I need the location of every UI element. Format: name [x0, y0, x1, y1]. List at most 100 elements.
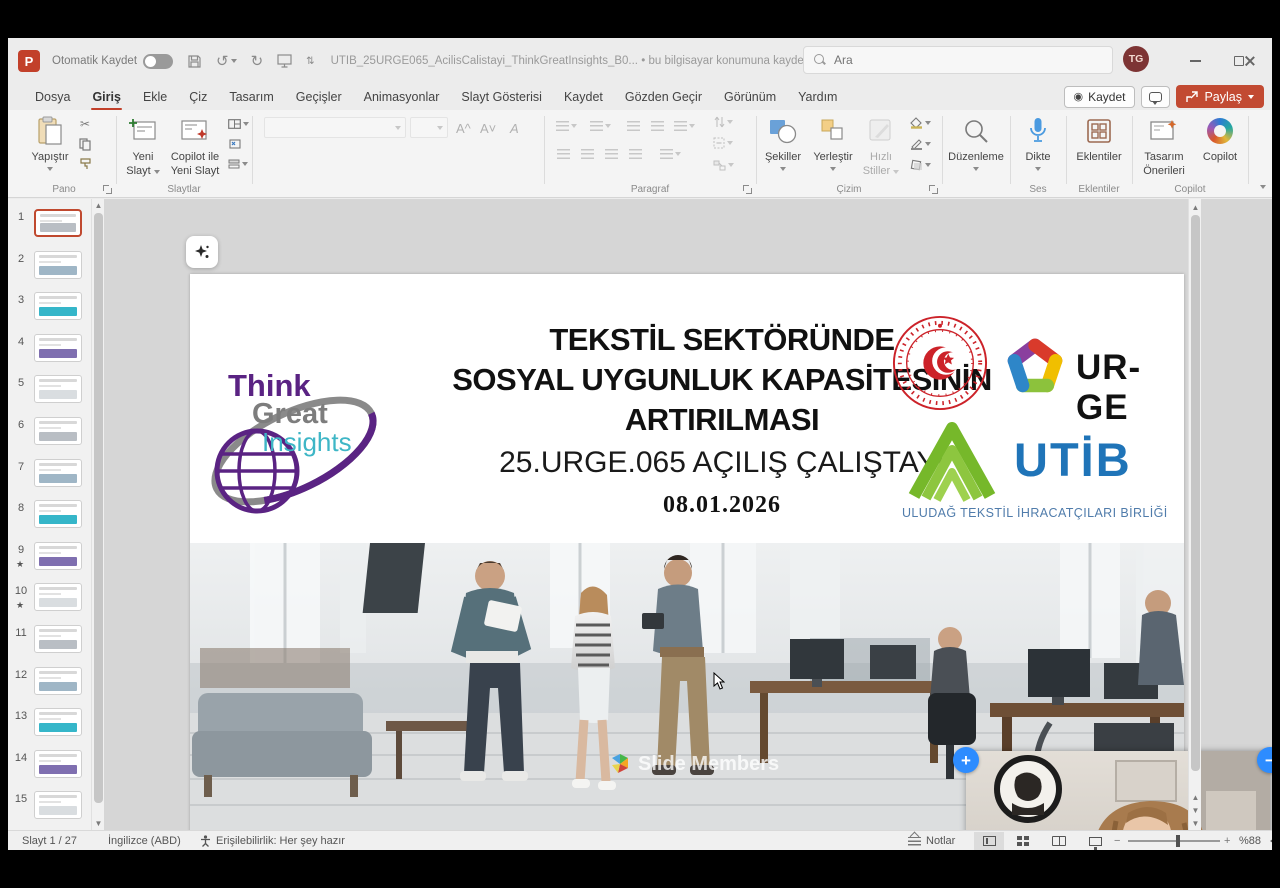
align-right-button[interactable] [602, 146, 620, 162]
reset-slide-button[interactable] [226, 136, 244, 152]
thumbnail-row-7[interactable]: 7 [8, 459, 92, 487]
designer-floating-button[interactable] [186, 236, 218, 268]
fit-to-window-button[interactable] [1270, 831, 1272, 850]
thumbnail-preview[interactable] [34, 667, 82, 695]
shapes-button[interactable]: Şekiller [760, 114, 806, 171]
cut-button[interactable]: ✂ [76, 116, 94, 132]
ministry-of-trade-seal[interactable] [891, 314, 989, 412]
thumbnail-preview[interactable] [34, 625, 82, 653]
collapse-ribbon-chevron-icon[interactable] [1260, 185, 1266, 189]
thumbnail-preview[interactable] [34, 459, 82, 487]
zoom-slider-track[interactable] [1128, 840, 1220, 842]
zoom-out-button[interactable]: − [1114, 831, 1120, 850]
present-from-beginning-icon[interactable] [277, 54, 292, 68]
font-size-combo[interactable] [410, 117, 448, 138]
thumbnail-preview[interactable] [34, 292, 82, 320]
tab-kaydet[interactable]: Kaydet [553, 86, 614, 108]
quick-styles-button[interactable]: HızlıStiller [860, 114, 902, 179]
align-center-button[interactable] [578, 146, 596, 162]
zoom-slider-thumb[interactable] [1176, 835, 1180, 847]
autosave-toggle[interactable] [143, 54, 173, 69]
search-box[interactable] [803, 46, 1113, 74]
shape-fill-button[interactable] [906, 115, 934, 131]
increase-indent-button[interactable] [648, 118, 666, 134]
close-window-button[interactable] [1228, 38, 1272, 84]
comments-button[interactable] [1141, 86, 1170, 108]
tab-çiz[interactable]: Çiz [178, 86, 218, 108]
thumbnail-preview[interactable] [34, 375, 82, 403]
zoom-level[interactable]: %88 [1239, 831, 1261, 850]
line-spacing-button[interactable] [672, 118, 696, 134]
thumbnail-scroll-down-icon[interactable]: ▼ [92, 817, 105, 830]
bullets-button[interactable] [554, 118, 578, 134]
tab-yardım[interactable]: Yardım [787, 86, 848, 108]
columns-button[interactable] [658, 146, 682, 162]
tab-slayt-gösterisi[interactable]: Slayt Gösterisi [450, 86, 553, 108]
thumbnail-row-1[interactable]: 1 [8, 209, 92, 237]
thumbnail-preview[interactable] [34, 750, 82, 778]
copy-button[interactable] [76, 136, 94, 152]
redo-button[interactable]: ↻ [251, 52, 264, 70]
accessibility-status[interactable]: Erişilebilirlik: Her şey hazır [200, 831, 345, 850]
slide-scroll-up-icon[interactable]: ▲ [1189, 201, 1202, 214]
share-button[interactable]: Paylaş [1176, 85, 1264, 108]
align-left-button[interactable] [554, 146, 572, 162]
clear-formatting-button[interactable]: A [510, 117, 519, 136]
tab-görünüm[interactable]: Görünüm [713, 86, 787, 108]
drawing-dialog-launcher[interactable] [929, 185, 938, 194]
shape-outline-button[interactable] [906, 136, 934, 152]
thumbnail-row-5[interactable]: 5 [8, 375, 92, 403]
slide-scroll-down-icon[interactable]: ▼ [1189, 817, 1202, 830]
decrease-indent-button[interactable] [624, 118, 642, 134]
thumbnail-preview[interactable] [34, 583, 82, 611]
thumbnail-scroll-up-icon[interactable]: ▲ [92, 199, 105, 212]
thumbnail-row-8[interactable]: 8 [8, 500, 92, 528]
shrink-font-button[interactable]: A˅ [480, 117, 496, 136]
slide-canvas[interactable]: TEKSTİL SEKTÖRÜNDE SOSYAL UYGUNLUK KAPAS… [190, 274, 1184, 834]
clipboard-dialog-launcher[interactable] [103, 185, 112, 194]
justify-button[interactable] [626, 146, 644, 162]
thumbnail-scrollbar[interactable]: ▲ ▼ [91, 199, 104, 830]
tab-tasarım[interactable]: Tasarım [218, 86, 284, 108]
thumbnail-row-3[interactable]: 3 [8, 292, 92, 320]
copilot-button[interactable]: Copilot [1196, 114, 1244, 165]
thumbnail-row-2[interactable]: 2 [8, 251, 92, 279]
section-button[interactable] [226, 156, 250, 172]
thumbnail-preview[interactable] [34, 417, 82, 445]
design-ideas-button[interactable]: TasarımÖnerileri [1134, 114, 1194, 179]
next-slide-icon[interactable]: ▼ [1189, 804, 1202, 817]
thumbnail-row-9[interactable]: 9★ [8, 542, 92, 570]
font-name-combo[interactable] [264, 117, 406, 138]
shape-effects-button[interactable] [906, 157, 934, 173]
webcam-zoom-in-button[interactable]: + [953, 747, 979, 773]
slide-counter[interactable]: Slayt 1 / 27 [22, 831, 77, 850]
tab-dosya[interactable]: Dosya [24, 86, 81, 108]
slideshow-view-button[interactable] [1080, 832, 1110, 850]
autosave-control[interactable]: Otomatik Kaydet [52, 54, 173, 69]
thumbnail-row-4[interactable]: 4 [8, 334, 92, 362]
undo-button[interactable]: ↺ [216, 52, 237, 70]
slide-area-scrollbar[interactable]: ▲ ▲ ▼ ▼ [1188, 199, 1201, 830]
text-direction-button[interactable] [710, 114, 736, 130]
touch-mode-chevron-icon[interactable]: ⇅ [306, 56, 314, 67]
dictate-button[interactable]: Dikte [1016, 114, 1060, 171]
tab-animasyonlar[interactable]: Animasyonlar [353, 86, 451, 108]
search-input[interactable] [834, 53, 1074, 67]
slide-scrollbar-thumb[interactable] [1191, 215, 1200, 771]
new-slide-button[interactable]: YeniSlayt [122, 114, 164, 179]
powerpoint-app-icon[interactable]: P [18, 50, 40, 72]
save-icon[interactable] [187, 54, 202, 69]
language-indicator[interactable]: İngilizce (ABD) [108, 831, 181, 850]
record-button[interactable]: ◉ Kaydet [1064, 86, 1136, 108]
thumbnail-preview[interactable] [34, 334, 82, 362]
thumbnail-row-15[interactable]: 15 [8, 791, 92, 819]
tab-geçişler[interactable]: Geçişler [285, 86, 353, 108]
thumbnail-preview[interactable] [34, 251, 82, 279]
reading-view-button[interactable] [1044, 832, 1074, 850]
thumbnail-row-10[interactable]: 10★ [8, 583, 92, 611]
thumbnail-preview[interactable] [34, 500, 82, 528]
normal-view-button[interactable] [974, 832, 1004, 850]
paragraph-dialog-launcher[interactable] [743, 185, 752, 194]
thumbnail-preview[interactable] [34, 791, 82, 819]
tab-ekle[interactable]: Ekle [132, 86, 178, 108]
